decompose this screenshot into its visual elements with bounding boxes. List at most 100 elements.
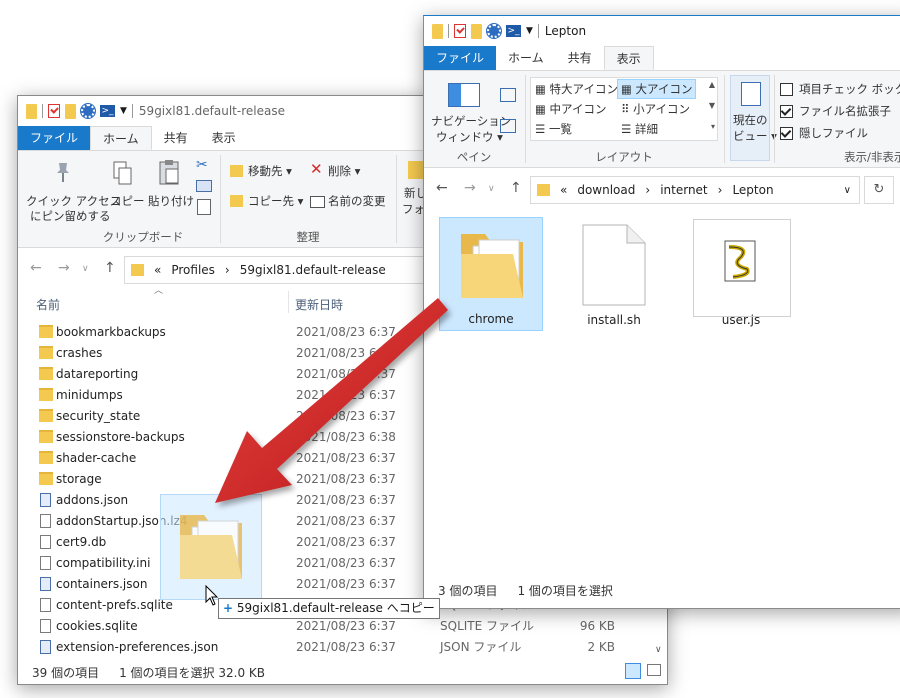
paste-icon bbox=[158, 159, 182, 187]
drag-tooltip: + 59gixl81.default-release へコピー bbox=[218, 598, 440, 619]
file-name: compatibility.ini bbox=[56, 555, 151, 570]
file-extension-toggle[interactable]: ファイル名拡張子 bbox=[780, 103, 891, 119]
item-label: chrome bbox=[468, 312, 514, 326]
scroll-down-arrow-icon[interactable]: ∨ bbox=[655, 645, 662, 655]
back-icon[interactable]: ← bbox=[436, 180, 448, 196]
breadcrumb-internet[interactable]: internet bbox=[660, 183, 707, 197]
column-name[interactable]: 名前 bbox=[36, 296, 60, 313]
layout-large-icons[interactable]: ▦ 大アイコン bbox=[617, 79, 697, 99]
tab-share[interactable]: 共有 bbox=[556, 46, 604, 70]
address-prefix[interactable]: « bbox=[154, 263, 161, 277]
folder-icon bbox=[39, 451, 53, 464]
powershell-icon[interactable]: >_ bbox=[506, 25, 521, 37]
layout-medium-icons[interactable]: ▦ 中アイコン bbox=[535, 101, 606, 117]
tab-file[interactable]: ファイル bbox=[424, 46, 497, 70]
tab-home[interactable]: ホーム bbox=[90, 126, 152, 150]
back-icon[interactable]: ← bbox=[30, 260, 42, 276]
left-statusbar: 39 個の項目 1 個の項目を選択 32.0 KB bbox=[18, 660, 667, 684]
layout-extra-large-icons[interactable]: ▦ 特大アイコン bbox=[535, 81, 618, 97]
recent-dropdown-icon[interactable]: ∨ bbox=[488, 184, 495, 194]
layout-small-icons[interactable]: ⠿ 小アイコン bbox=[621, 101, 690, 117]
list-item[interactable]: extension-preferences.json 2021/08/23 6:3… bbox=[18, 636, 655, 657]
paste-button[interactable]: 貼り付け bbox=[148, 193, 194, 209]
paste-shortcut-icon[interactable] bbox=[197, 199, 211, 215]
address-bar[interactable]: « download › internet › Lepton ∨ bbox=[530, 176, 860, 204]
up-icon[interactable]: ↑ bbox=[104, 260, 116, 276]
file-name: datareporting bbox=[56, 366, 139, 381]
gear-icon[interactable] bbox=[80, 103, 96, 119]
pin-quick-access-label-1[interactable]: クイック アクセス bbox=[26, 193, 121, 209]
navigation-pane-label-2[interactable]: ウィンドウ ▾ bbox=[436, 129, 503, 145]
folder-item-chrome[interactable]: chrome bbox=[439, 217, 543, 331]
copy-button[interactable]: コピー bbox=[110, 193, 145, 209]
new-folder-icon[interactable] bbox=[471, 23, 482, 39]
hidden-files-toggle[interactable]: 隠しファイル bbox=[780, 125, 868, 141]
gallery-scroll-up-icon[interactable]: ▲ bbox=[709, 80, 715, 89]
layout-list[interactable]: ☰ 一覧 bbox=[535, 121, 572, 137]
gallery-scroll-down-icon[interactable]: ▼ bbox=[709, 101, 715, 110]
copy-path-icon[interactable] bbox=[196, 180, 212, 192]
pin-quick-access-label-2[interactable]: にピン留めする bbox=[30, 208, 111, 224]
forward-icon[interactable]: → bbox=[464, 180, 476, 196]
large-icons-view-icon[interactable] bbox=[647, 664, 661, 676]
chevron-down-icon[interactable]: ▼ bbox=[526, 26, 533, 36]
chevron-down-icon[interactable]: ▼ bbox=[120, 106, 127, 116]
layout-details[interactable]: ☰ 詳細 bbox=[621, 121, 658, 137]
address-prefix[interactable]: « bbox=[560, 183, 567, 197]
details-view-icon[interactable] bbox=[625, 663, 641, 679]
file-item-install-sh[interactable]: install.sh bbox=[562, 217, 666, 331]
delete-button[interactable]: 削除 ▾ bbox=[328, 163, 360, 179]
window-title: 59gixl81.default-release bbox=[138, 104, 285, 118]
forward-icon[interactable]: → bbox=[58, 260, 70, 276]
cut-icon[interactable]: ✂ bbox=[196, 157, 208, 173]
properties-check-icon[interactable] bbox=[454, 24, 466, 38]
breadcrumb-download[interactable]: download bbox=[577, 183, 635, 197]
rename-button[interactable]: 名前の変更 bbox=[328, 193, 386, 209]
preview-pane-icon[interactable] bbox=[500, 88, 516, 102]
divider bbox=[525, 75, 526, 163]
breadcrumb-profiles[interactable]: Profiles bbox=[171, 263, 215, 277]
folder-icon bbox=[39, 388, 53, 401]
item-label: user.js bbox=[721, 313, 761, 327]
item-checkbox-toggle[interactable]: 項目チェック ボックス bbox=[780, 81, 900, 97]
plus-icon: + bbox=[223, 601, 234, 615]
properties-check-icon[interactable] bbox=[48, 104, 60, 118]
file-date: 2021/08/23 6:37 bbox=[296, 408, 396, 423]
window-title: Lepton bbox=[544, 24, 587, 38]
details-pane-icon[interactable] bbox=[500, 119, 516, 133]
gear-icon[interactable] bbox=[486, 23, 502, 39]
column-date[interactable]: 更新日時 bbox=[295, 296, 343, 313]
checkbox-unchecked[interactable] bbox=[780, 83, 793, 96]
breadcrumb-lepton[interactable]: Lepton bbox=[732, 183, 773, 197]
pane-group-label: ペイン bbox=[456, 150, 492, 164]
folder-icon bbox=[39, 409, 53, 422]
file-item-user-js[interactable]: user.js bbox=[689, 217, 793, 331]
new-folder-icon[interactable] bbox=[65, 103, 76, 119]
address-dropdown-icon[interactable]: ∨ bbox=[844, 185, 851, 196]
file-date: 2021/08/23 6:37 bbox=[296, 576, 396, 591]
tab-view[interactable]: 表示 bbox=[603, 46, 654, 70]
tab-file[interactable]: ファイル bbox=[18, 126, 91, 150]
tab-share[interactable]: 共有 bbox=[152, 126, 200, 150]
refresh-button[interactable]: ↻ bbox=[864, 176, 894, 204]
tab-home[interactable]: ホーム bbox=[496, 46, 556, 70]
folder-icon bbox=[39, 367, 53, 380]
file-date: 2021/08/23 6:37 bbox=[296, 492, 396, 507]
file-name: minidumps bbox=[56, 387, 123, 402]
checkbox-checked[interactable] bbox=[780, 127, 793, 140]
gallery-expand-icon[interactable]: ▾ bbox=[711, 122, 715, 131]
column-divider bbox=[288, 291, 289, 313]
recent-dropdown-icon[interactable]: ∨ bbox=[82, 264, 89, 274]
current-view-group[interactable]: 現在の ビュー ▾ bbox=[730, 75, 777, 161]
drag-tooltip-text: 59gixl81.default-release へコピー bbox=[236, 601, 435, 615]
checkbox-checked[interactable] bbox=[780, 105, 793, 118]
address-bar[interactable]: « Profiles › 59gixl81.default-release bbox=[124, 256, 426, 284]
powershell-icon[interactable]: >_ bbox=[100, 105, 115, 117]
tab-view[interactable]: 表示 bbox=[200, 126, 248, 150]
copy-to-button[interactable]: コピー先 ▾ bbox=[248, 193, 303, 209]
right-navbar: ← → ∨ ↑ « download › internet › Lepton ∨… bbox=[424, 172, 900, 206]
file-type: SQLITE ファイル bbox=[440, 619, 535, 633]
breadcrumb-profile-folder[interactable]: 59gixl81.default-release bbox=[240, 263, 386, 277]
up-icon[interactable]: ↑ bbox=[510, 180, 522, 196]
move-to-button[interactable]: 移動先 ▾ bbox=[248, 163, 292, 179]
